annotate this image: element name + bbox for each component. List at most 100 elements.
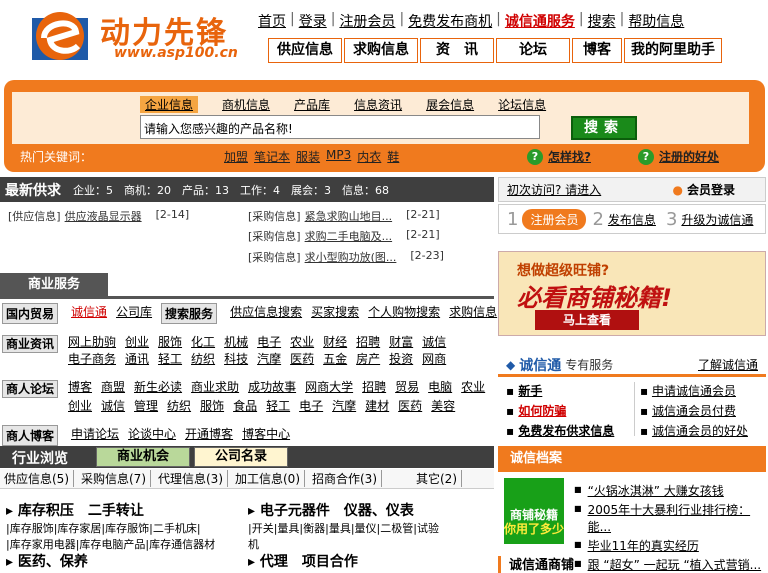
news-item[interactable]: 服饰	[158, 333, 182, 350]
nav-login[interactable]: 登录	[297, 11, 329, 31]
hot-word[interactable]: MP3	[326, 148, 351, 165]
forum-item[interactable]: 招聘	[362, 378, 386, 395]
nav-publish[interactable]: 免费发布商机	[406, 11, 494, 31]
forum-item[interactable]: 博客	[68, 378, 92, 395]
news-item[interactable]: 轻工	[158, 350, 182, 367]
forum-item[interactable]: 电脑	[428, 378, 452, 395]
forum-item[interactable]: 商盟	[101, 378, 125, 395]
forum-item[interactable]: 创业	[68, 397, 92, 414]
forum-item[interactable]: 诚信	[101, 397, 125, 414]
list-item[interactable]: [采购信息] 紧急求购山地目... [2-21]	[248, 208, 440, 224]
forum-item[interactable]: 电子	[299, 397, 323, 414]
subnav-blog[interactable]: 博客	[572, 38, 622, 63]
search-item[interactable]: 买家搜索	[311, 303, 359, 324]
forum-item[interactable]: 贸易	[395, 378, 419, 395]
search-input[interactable]: 请输入您感兴趣的产品名称!	[140, 115, 540, 139]
news-item[interactable]: 投资	[389, 350, 413, 367]
news-item[interactable]: 纺织	[191, 350, 215, 367]
search-item[interactable]: 供应信息搜索	[230, 303, 302, 324]
block2-title[interactable]: ▸ 电子元器件 仪器、仪表	[248, 500, 439, 520]
hot-word[interactable]: 内衣	[357, 148, 381, 165]
list-item-title[interactable]: 供应液晶显示器	[65, 208, 142, 224]
upgrade-link[interactable]: 升级为诚信通	[681, 211, 753, 228]
search-item[interactable]: 求购信息	[449, 303, 497, 324]
publish-info-link[interactable]: 发布信息	[608, 211, 656, 228]
industry-cat[interactable]: 供应信息(5)	[0, 470, 74, 487]
search-item[interactable]: 个人购物搜索	[368, 303, 440, 324]
hot-word[interactable]: 鞋	[387, 148, 399, 165]
list-item-title[interactable]: 求购二手电脑及...	[305, 228, 393, 244]
forum-item[interactable]: 服饰	[200, 397, 224, 414]
industry-cat[interactable]: 加工信息(0)	[231, 470, 305, 487]
subnav-supply[interactable]: 供应信息	[268, 38, 342, 63]
news-item[interactable]: 化工	[191, 333, 215, 350]
forum-item[interactable]: 网商大学	[305, 378, 353, 395]
list-item[interactable]: ■ 2005年十大暴利行业排行榜：能...	[574, 501, 766, 535]
nav-home[interactable]: 首页	[256, 11, 288, 31]
forum-item[interactable]: 商业求助	[191, 378, 239, 395]
forum-item[interactable]: 汽摩	[332, 397, 356, 414]
news-item[interactable]: 财富	[389, 333, 413, 350]
news-item[interactable]: 招聘	[356, 333, 380, 350]
list-item-title[interactable]: 求小型购功放(图...	[305, 249, 397, 265]
subnav-forum[interactable]: 论坛	[496, 38, 570, 63]
news-item[interactable]: 汽摩	[257, 350, 281, 367]
news-item[interactable]: 网上肋驹	[68, 333, 116, 350]
forum-item[interactable]: 医药	[398, 397, 422, 414]
block3-title[interactable]: ▸ 医药、保养	[6, 551, 88, 571]
help-register-benefits[interactable]: ? 注册的好处	[638, 148, 719, 165]
list-item-title[interactable]: 紧急求购山地目...	[305, 208, 393, 224]
search-tab-expo[interactable]: 展会信息	[426, 96, 474, 113]
news-item[interactable]: 诚信	[422, 333, 446, 350]
news-item[interactable]: 农业	[290, 333, 314, 350]
promo-image[interactable]: 商铺秘籍 你用了多少	[504, 478, 564, 544]
nav-search[interactable]: 搜索	[586, 11, 618, 31]
trade-item[interactable]: 诚信通	[71, 303, 107, 324]
search-tab-business[interactable]: 商机信息	[222, 96, 270, 113]
tab-business-opportunity[interactable]: 商业机会	[96, 447, 190, 467]
news-item[interactable]: 电子	[257, 333, 281, 350]
banner-view-button[interactable]: 马上查看	[535, 310, 639, 330]
news-item[interactable]: 网商	[422, 350, 446, 367]
news-item[interactable]: 电子商务	[68, 350, 116, 367]
forum-item[interactable]: 新生必读	[134, 378, 182, 395]
subnav-purchase[interactable]: 求购信息	[344, 38, 418, 63]
blog-item[interactable]: 博客中心	[242, 425, 290, 446]
forum-item[interactable]: 农业	[461, 378, 485, 395]
block2-line2[interactable]: 机	[248, 536, 439, 552]
list-item[interactable]: ▪ 诚信通会员付费	[640, 402, 748, 419]
forum-item[interactable]: 管理	[134, 397, 158, 414]
forum-item[interactable]: 轻工	[266, 397, 290, 414]
register-button[interactable]: 注册会员	[522, 208, 587, 230]
block1-title[interactable]: ▸ 库存积压 二手转让	[6, 500, 215, 520]
forum-item[interactable]: 纺织	[167, 397, 191, 414]
block2-line1[interactable]: |开关|量具|衡器|量具|量仪|二极管|试验	[248, 520, 439, 536]
search-tab-company[interactable]: 企业信息	[140, 96, 199, 113]
block1-line1[interactable]: |库存服饰|库存家居|库存服饰|二手机床|	[6, 520, 215, 536]
forum-item[interactable]: 成功故事	[248, 378, 296, 395]
nav-register[interactable]: 注册会员	[337, 11, 397, 31]
news-item[interactable]: 科技	[224, 350, 248, 367]
search-tab-forum[interactable]: 论坛信息	[498, 96, 546, 113]
hot-word[interactable]: 加盟	[224, 148, 248, 165]
news-item[interactable]: 房产	[356, 350, 380, 367]
news-item[interactable]: 创业	[125, 333, 149, 350]
list-item[interactable]: ■ 毕业11年的真实经历	[574, 537, 766, 554]
forum-item[interactable]: 食品	[233, 397, 257, 414]
industry-cat[interactable]: 代理信息(3)	[154, 470, 228, 487]
blog-item[interactable]: 论谈中心	[128, 425, 176, 446]
list-item[interactable]: [供应信息] 供应液晶显示器 [2-14]	[8, 208, 189, 224]
list-item[interactable]: ▪ 免费发布供求信息	[506, 422, 614, 439]
blog-item[interactable]: 申请论坛	[71, 425, 119, 446]
shop-secrets-banner[interactable]: 想做超级旺铺? 必看商铺秘籍! 马上查看	[498, 251, 766, 336]
news-item[interactable]: 五金	[323, 350, 347, 367]
news-item[interactable]: 机械	[224, 333, 248, 350]
news-item[interactable]: 通讯	[125, 350, 149, 367]
hot-word[interactable]: 笔记本	[254, 148, 290, 165]
forum-item[interactable]: 美容	[431, 397, 455, 414]
nav-help[interactable]: 帮助信息	[626, 11, 686, 31]
learn-cxt-link[interactable]: 了解诚信通	[698, 356, 758, 373]
industry-cat[interactable]: 其它(2)	[412, 470, 462, 487]
list-item[interactable]: ▪ 如何防骗	[506, 402, 614, 419]
blog-item[interactable]: 开通博客	[185, 425, 233, 446]
